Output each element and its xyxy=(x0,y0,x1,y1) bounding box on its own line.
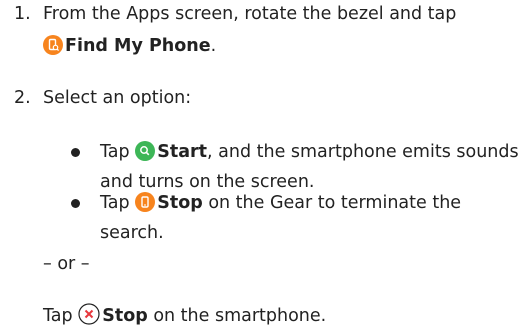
option-stop-line1: Tap Stop on the Gear to terminate the xyxy=(100,190,461,216)
option-stop-line2: search. xyxy=(100,223,164,243)
stop-phone-icon xyxy=(135,192,156,212)
start-label: Start xyxy=(157,142,207,162)
step-1-line2: Find My Phone. xyxy=(43,33,216,59)
or-separator: – or – xyxy=(43,254,90,274)
step-1-end: . xyxy=(210,36,217,56)
close-x-icon xyxy=(78,303,100,325)
option-stop-rest1: on the Gear to terminate the xyxy=(202,193,462,213)
alt-stop-label: Stop xyxy=(102,306,148,326)
step-2-number: 2. xyxy=(14,88,31,108)
alt-stop-line: Tap Stop on the smartphone. xyxy=(43,303,326,329)
option-start-rest1: , and the smartphone emits sounds xyxy=(207,142,519,162)
stop-label: Stop xyxy=(157,193,203,213)
tap-word: Tap xyxy=(100,142,130,162)
step-1-text: From the Apps screen, rotate the bezel a… xyxy=(43,4,457,24)
bullet xyxy=(71,148,80,157)
alt-stop-rest: on the smartphone. xyxy=(147,306,327,326)
tap-word: Tap xyxy=(43,306,73,326)
step-2-text: Select an option: xyxy=(43,88,192,108)
find-my-phone-label: Find My Phone xyxy=(65,36,211,56)
start-search-icon xyxy=(135,141,156,161)
tap-word: Tap xyxy=(100,193,130,213)
option-stop-gear: Tap Stop on the Gear to terminate the se… xyxy=(0,190,524,250)
step-1-number: 1. xyxy=(14,4,31,24)
instructions-page: 1. From the Apps screen, rotate the beze… xyxy=(0,0,524,334)
option-start-line1: Tap Start, and the smartphone emits soun… xyxy=(100,139,519,165)
bullet xyxy=(71,199,80,208)
find-my-phone-app-icon xyxy=(43,35,63,55)
